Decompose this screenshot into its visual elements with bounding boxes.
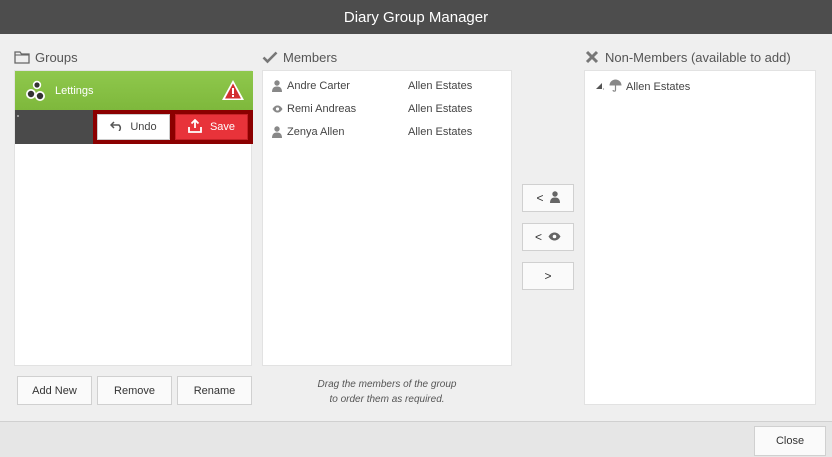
close-label: Close xyxy=(775,435,805,447)
member-org: Allen Estates xyxy=(408,80,473,92)
add-new-label: Add New xyxy=(32,384,77,397)
member-org: Allen Estates xyxy=(408,103,473,115)
edit-actions: Undo Save xyxy=(93,110,253,144)
list-item[interactable]: Andre Carter Allen Estates xyxy=(263,75,513,97)
remove-button[interactable]: Remove xyxy=(97,376,172,405)
non-members-header: Non-Members (available to add) xyxy=(584,49,791,65)
add-member-button[interactable]: < xyxy=(522,184,574,212)
person-icon xyxy=(549,190,560,206)
cross-icon xyxy=(584,49,600,65)
rename-label: Rename xyxy=(193,384,236,397)
hint-line-2: to order them as required. xyxy=(329,394,445,405)
groups-title: Groups xyxy=(35,49,78,65)
members-list[interactable]: Andre Carter Allen Estates Remi Andreas … xyxy=(262,70,512,366)
undo-icon xyxy=(110,120,124,134)
hint-line-1: Drag the members of the group xyxy=(317,379,457,390)
save-button[interactable]: Save xyxy=(175,114,248,140)
close-button[interactable]: Close xyxy=(754,426,826,456)
add-member-label: < xyxy=(536,191,544,205)
tree-node-label: Allen Estates xyxy=(626,81,691,93)
add-new-button[interactable]: Add New xyxy=(17,376,92,405)
members-title: Members xyxy=(283,49,338,65)
list-item[interactable]: Remi Andreas Allen Estates xyxy=(263,98,513,120)
person-icon xyxy=(270,80,284,92)
check-icon xyxy=(262,49,278,65)
tree-node[interactable]: Allen Estates xyxy=(595,79,690,95)
members-header: Members xyxy=(262,49,337,65)
edit-row-marker xyxy=(17,115,19,117)
eye-icon xyxy=(270,105,284,113)
non-members-title: Non-Members (available to add) xyxy=(605,49,791,65)
save-label: Save xyxy=(209,121,236,133)
eye-icon xyxy=(548,230,561,244)
add-viewer-label: < xyxy=(534,230,542,244)
group-item-lettings[interactable]: Lettings xyxy=(15,71,253,110)
dialog-footer xyxy=(0,421,832,457)
expand-toggle-icon[interactable] xyxy=(595,81,605,93)
folder-icon xyxy=(14,49,30,65)
upload-icon xyxy=(188,118,202,136)
group-icon xyxy=(23,79,47,103)
undo-label: Undo xyxy=(130,121,157,133)
member-name: Remi Andreas xyxy=(287,103,357,115)
person-icon xyxy=(270,126,284,138)
remove-label: Remove xyxy=(114,384,155,397)
undo-button[interactable]: Undo xyxy=(97,114,170,140)
warning-icon xyxy=(221,79,245,104)
member-org: Allen Estates xyxy=(408,126,473,138)
remove-member-button[interactable]: > xyxy=(522,262,574,290)
group-label: Lettings xyxy=(55,84,94,97)
rename-button[interactable]: Rename xyxy=(177,376,252,405)
remove-member-label: > xyxy=(544,269,552,283)
groups-list[interactable]: Lettings Undo Save xyxy=(14,70,253,366)
umbrella-icon xyxy=(609,79,622,95)
window-title: Diary Group Manager xyxy=(343,8,489,26)
group-edit-row: Undo Save xyxy=(15,110,253,144)
member-name: Andre Carter xyxy=(287,80,350,92)
members-hint: Drag the members of the group to order t… xyxy=(262,377,512,407)
member-name: Zenya Allen xyxy=(287,126,345,138)
list-item[interactable]: Zenya Allen Allen Estates xyxy=(263,121,513,143)
add-viewer-button[interactable]: < xyxy=(522,223,574,251)
window-title-bar: Diary Group Manager xyxy=(0,0,832,34)
groups-header: Groups xyxy=(14,49,78,65)
non-members-tree[interactable]: Allen Estates xyxy=(584,70,816,405)
